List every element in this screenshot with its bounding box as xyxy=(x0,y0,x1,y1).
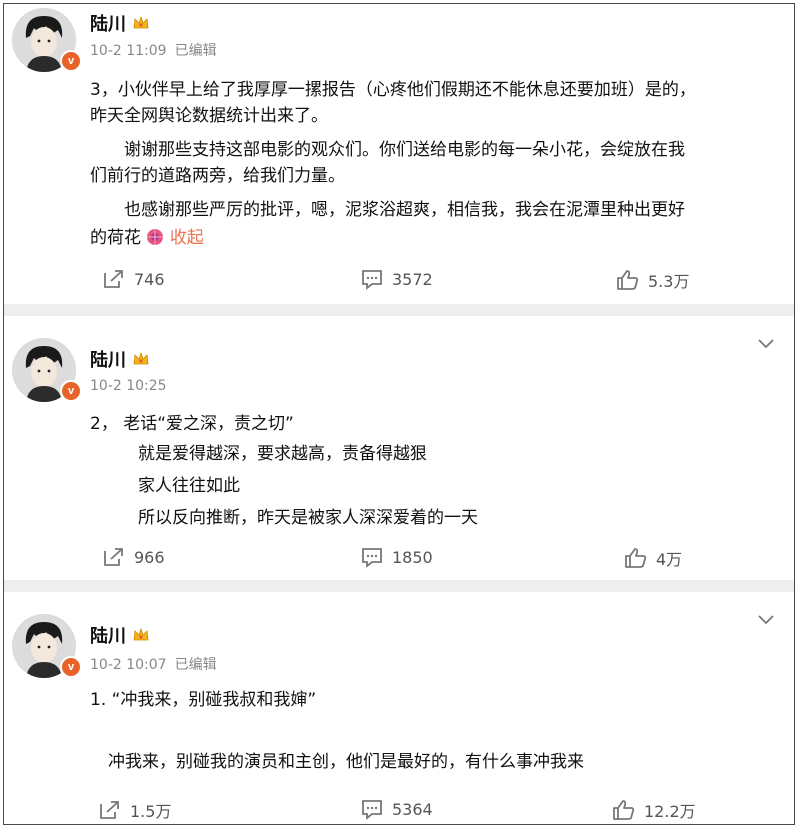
post-separator xyxy=(4,304,794,316)
like-button[interactable]: 12.2万 xyxy=(612,798,696,822)
post-time[interactable]: 10-2 10:25 xyxy=(90,378,167,394)
post-text-line: 谢谢那些支持这部电影的观众们。你们送给电影的每一朵小花，会绽放在我 xyxy=(124,140,685,160)
post-meta: 10-2 10:07 已编辑 xyxy=(90,654,217,674)
post-meta: 10-2 10:25 xyxy=(90,378,167,394)
comment-icon xyxy=(362,800,382,820)
post-time[interactable]: 10-2 10:07 xyxy=(90,657,167,673)
crown-icon xyxy=(133,15,149,29)
edited-label: 已编辑 xyxy=(174,43,217,59)
chevron-down-icon[interactable] xyxy=(758,334,774,353)
post-text-line: 就是爱得越深，要求越高，责备得越狠 xyxy=(138,444,427,464)
flower-emoji-icon xyxy=(147,229,164,245)
post-card: v 陆川 10-2 11:09 已编辑 3，小伙伴早上给了我厚厚一摞报告（心疼他们… xyxy=(4,4,794,304)
post-card: v 陆川 10-2 10:25 2， 老话“爱之深，责之切” 就是爱得越深，要求… xyxy=(4,316,794,580)
crown-icon xyxy=(133,351,149,365)
repost-button[interactable]: 746 xyxy=(102,268,165,290)
post-time[interactable]: 10-2 11:09 xyxy=(90,43,167,59)
post-text-line: 所以反向推断，昨天是被家人深深爱着的一天 xyxy=(138,508,478,528)
post-separator xyxy=(4,580,794,592)
comment-count: 3572 xyxy=(392,269,433,289)
like-count: 5.3万 xyxy=(648,272,690,291)
repost-button[interactable]: 966 xyxy=(102,546,165,568)
post-text-line: 冲我来，别碰我的演员和主创，他们是最好的，有什么事冲我来 xyxy=(108,752,584,772)
comment-button[interactable]: 3572 xyxy=(360,268,433,290)
chevron-down-icon[interactable] xyxy=(758,610,774,629)
comment-count: 5364 xyxy=(392,799,433,819)
post-card: v 陆川 10-2 10:07 已编辑 1. “冲我来，别碰我叔和我婶” 冲我来，… xyxy=(4,592,794,824)
comment-button[interactable]: 1850 xyxy=(360,546,433,568)
comment-icon xyxy=(362,548,382,568)
edited-label: 已编辑 xyxy=(174,657,217,673)
post-text-line: 家人往往如此 xyxy=(138,476,240,496)
post-text-tail: 的荷花 xyxy=(90,228,141,248)
weibo-feed: v 陆川 10-2 11:09 已编辑 3，小伙伴早上给了我厚厚一摞报告（心疼他们… xyxy=(3,3,795,825)
verified-badge-icon: v xyxy=(60,50,82,72)
crown-icon xyxy=(133,627,149,641)
author-name[interactable]: 陆川 xyxy=(90,346,126,372)
post-text-line: 们前行的道路两旁，给我们力量。 xyxy=(90,166,345,186)
like-button[interactable]: 5.3万 xyxy=(616,268,689,292)
verified-badge-icon: v xyxy=(60,380,82,402)
thumbs-up-icon xyxy=(613,800,635,820)
thumbs-up-icon xyxy=(625,548,647,568)
repost-count: 746 xyxy=(134,269,165,289)
author-name[interactable]: 陆川 xyxy=(90,10,126,36)
post-text-line: 2， 老话“爱之深，责之切” xyxy=(90,414,294,434)
repost-icon xyxy=(104,548,123,566)
comment-icon xyxy=(362,270,382,290)
post-text-line: 的荷花 收起 xyxy=(90,226,204,250)
like-count: 12.2万 xyxy=(644,802,696,821)
repost-count: 1.5万 xyxy=(130,802,172,821)
like-count: 4万 xyxy=(656,550,683,569)
comment-button[interactable]: 5364 xyxy=(360,798,433,820)
repost-icon xyxy=(104,270,123,288)
post-text-line: 3，小伙伴早上给了我厚厚一摞报告（心疼他们假期还不能休息还要加班）是的， xyxy=(90,80,696,100)
like-button[interactable]: 4万 xyxy=(624,546,682,570)
comment-count: 1850 xyxy=(392,547,433,567)
repost-icon xyxy=(100,801,119,819)
verified-badge-icon: v xyxy=(60,656,82,678)
repost-count: 966 xyxy=(134,547,165,567)
thumbs-up-icon xyxy=(617,270,639,290)
post-text-line: 1. “冲我来，别碰我叔和我婶” xyxy=(90,690,317,710)
author-name[interactable]: 陆川 xyxy=(90,622,126,648)
post-text-line: 昨天全网舆论数据统计出来了。 xyxy=(90,106,328,126)
repost-button[interactable]: 1.5万 xyxy=(98,798,171,822)
post-meta: 10-2 11:09 已编辑 xyxy=(90,40,217,60)
post-text-line: 也感谢那些严厉的批评，嗯，泥浆浴超爽，相信我，我会在泥潭里种出更好 xyxy=(124,200,685,220)
collapse-link[interactable]: 收起 xyxy=(170,228,204,248)
